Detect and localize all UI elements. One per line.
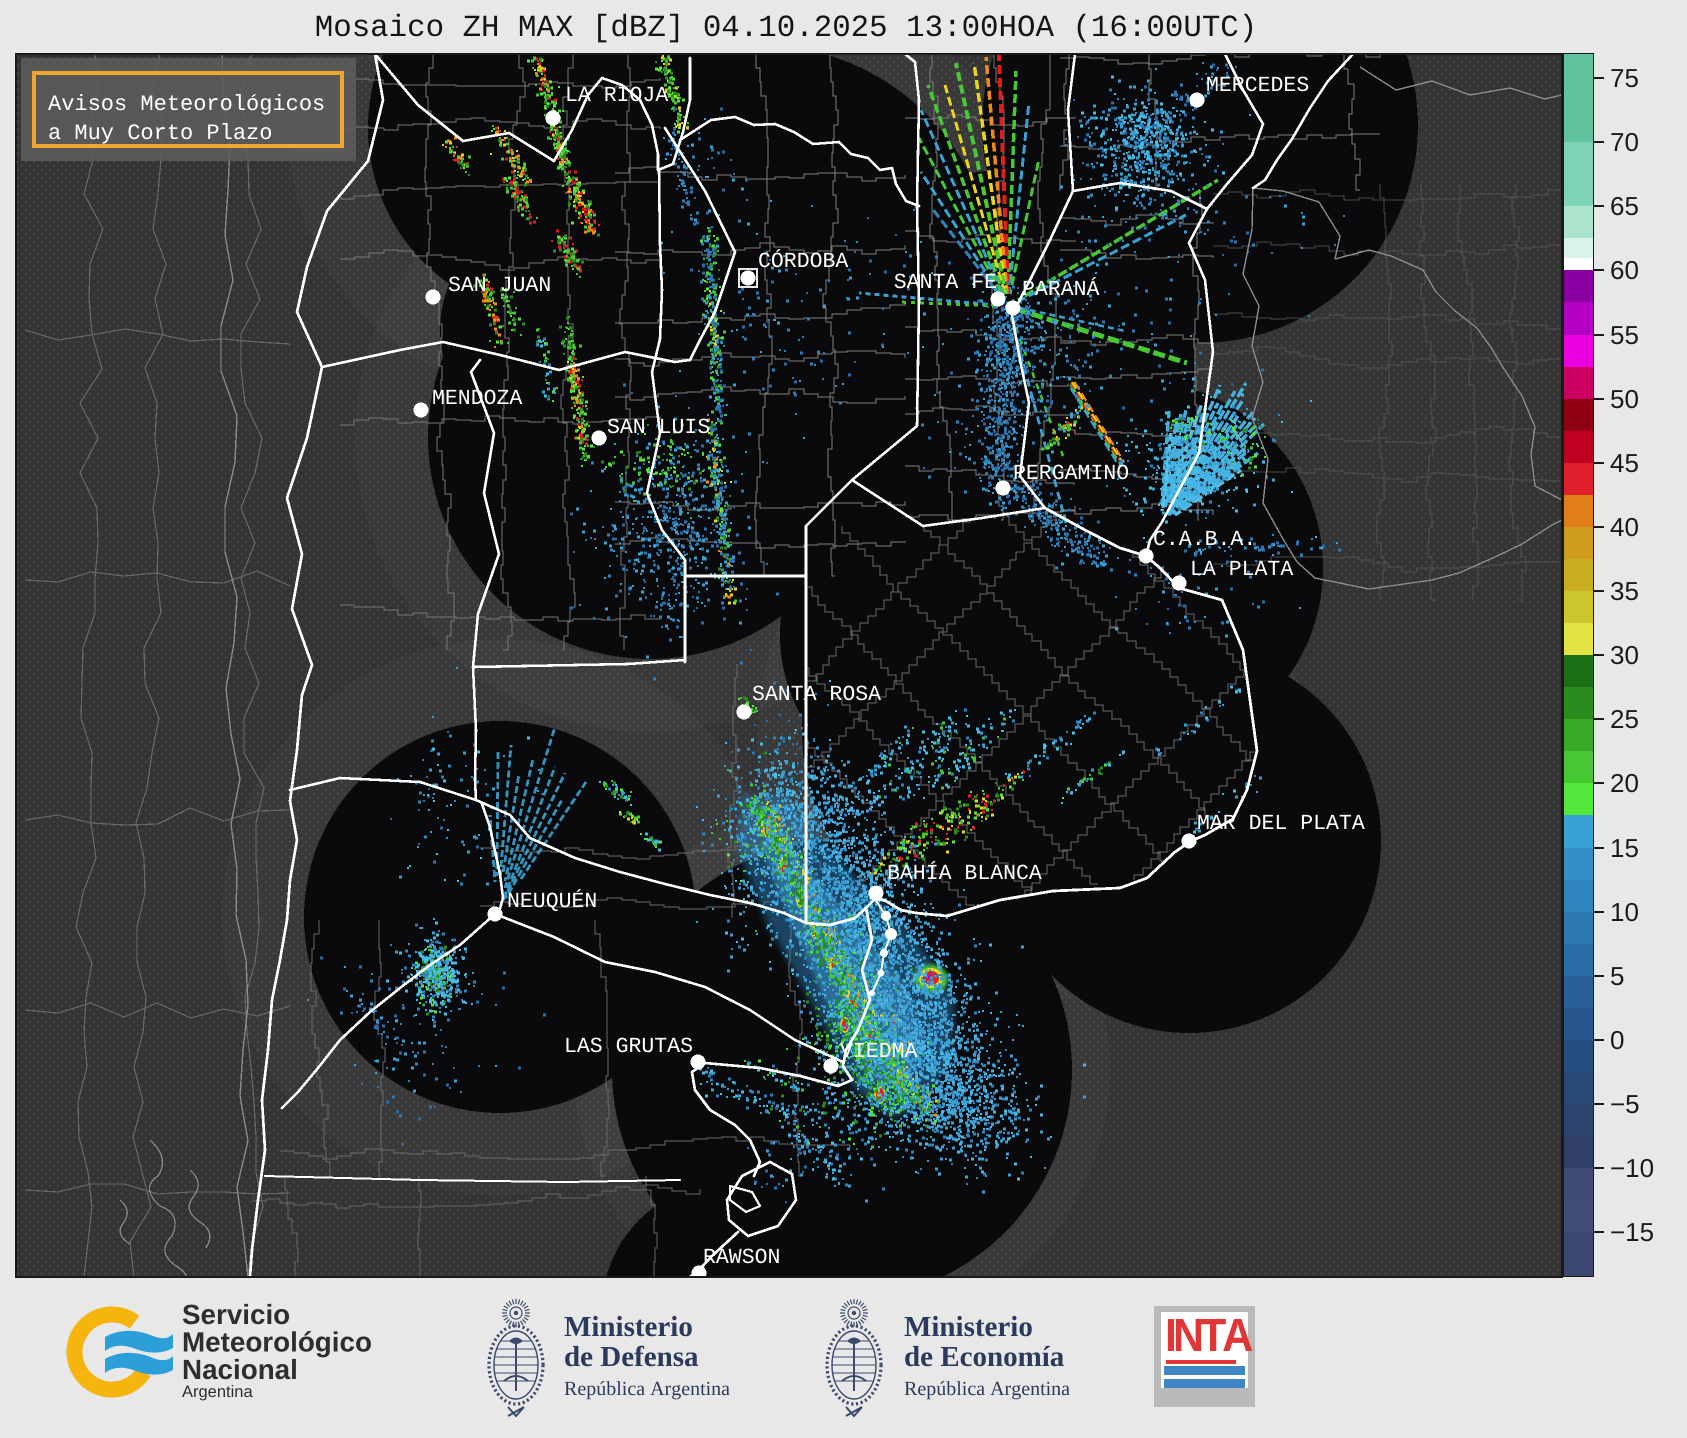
svg-text:LA PLATA: LA PLATA <box>1190 558 1293 582</box>
svg-text:NEUQUÉN: NEUQUÉN <box>507 889 597 914</box>
svg-text:CÓRDOBA: CÓRDOBA <box>758 249 848 274</box>
svg-text:PERGAMINO: PERGAMINO <box>1013 462 1129 486</box>
svg-text:MENDOZA: MENDOZA <box>432 387 522 411</box>
svg-text:MAR DEL PLATA: MAR DEL PLATA <box>1197 812 1365 836</box>
svg-text:VIEDMA: VIEDMA <box>840 1040 918 1064</box>
svg-text:Meteorológico: Meteorológico <box>182 1327 372 1358</box>
svg-text:LA RIOJA: LA RIOJA <box>565 84 668 108</box>
svg-text:BAHÍA BLANCA: BAHÍA BLANCA <box>887 861 1042 886</box>
svg-text:C.A.B.A.: C.A.B.A. <box>1153 528 1256 552</box>
svg-text:SANTA FE: SANTA FE <box>894 271 997 295</box>
svg-text:Nacional: Nacional <box>182 1354 298 1385</box>
svg-text:RAWSON: RAWSON <box>703 1246 780 1270</box>
svg-text:PARANÁ: PARANÁ <box>1022 277 1100 302</box>
svg-text:Servicio: Servicio <box>182 1299 290 1330</box>
svg-text:SAN JUAN: SAN JUAN <box>448 274 551 298</box>
svg-text:SAN LUIS: SAN LUIS <box>607 416 710 440</box>
svg-text:Argentina: Argentina <box>182 1383 253 1401</box>
svg-text:MERCEDES: MERCEDES <box>1206 74 1309 98</box>
svg-text:SANTA ROSA: SANTA ROSA <box>752 683 881 707</box>
svg-text:LAS GRUTAS: LAS GRUTAS <box>564 1035 693 1059</box>
